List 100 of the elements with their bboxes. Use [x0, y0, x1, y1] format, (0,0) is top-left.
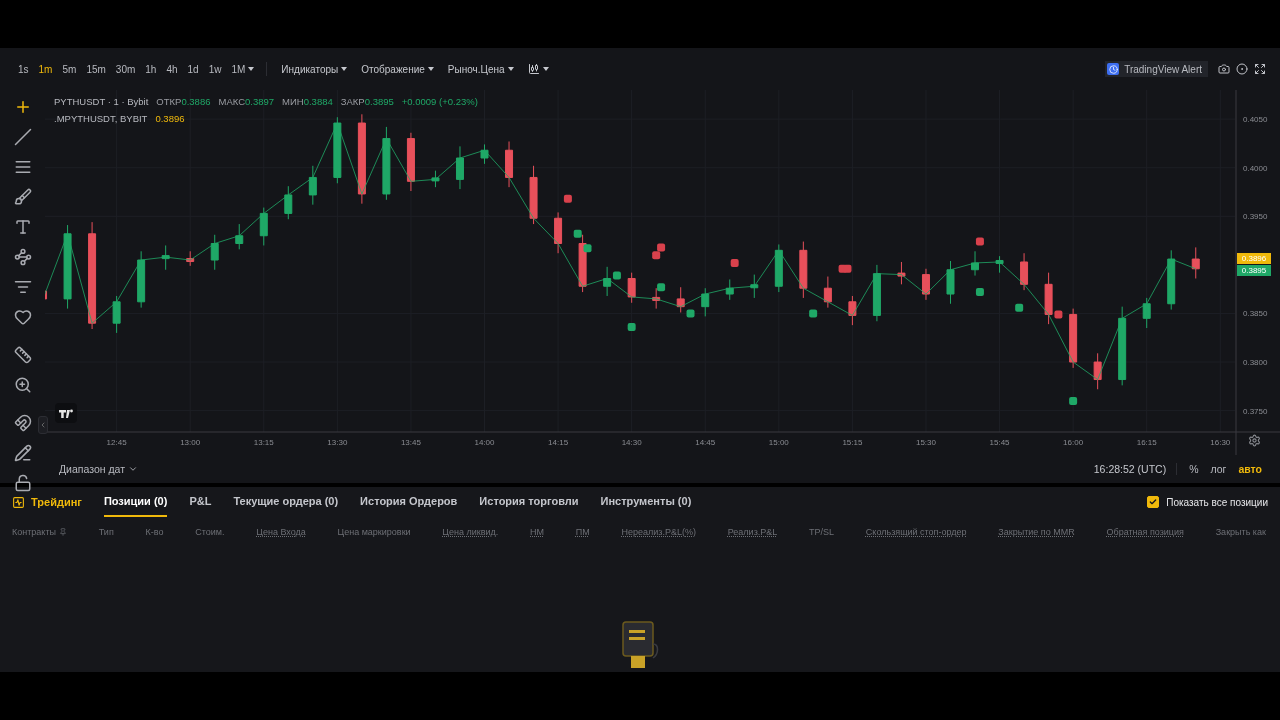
- candlestick: [333, 116, 342, 184]
- interval-button[interactable]: 1w: [204, 61, 226, 77]
- column-header: К-во: [145, 527, 164, 537]
- candlestick: [725, 278, 734, 301]
- clock-icon: [1107, 63, 1120, 75]
- buy-marker-icon: [809, 309, 818, 318]
- column-header: Стоим.: [195, 527, 225, 537]
- column-header: Скользящий стоп-ордер: [865, 527, 967, 537]
- price-label: 0.4000: [1243, 163, 1268, 173]
- time-label: 14:00: [474, 438, 495, 447]
- time-label: 14:30: [621, 438, 642, 447]
- column-header: Цена ликвид.: [442, 527, 499, 537]
- chart-icon: [12, 495, 25, 509]
- panel-tab[interactable]: Инструменты (0): [600, 487, 692, 517]
- candlestick: [823, 276, 832, 309]
- price-label: 0.4050: [1243, 115, 1268, 125]
- candlestick: [210, 234, 219, 271]
- sell-marker-icon: [652, 251, 661, 260]
- toolbar-menu[interactable]: Отображение: [355, 61, 440, 77]
- time-label: 13:15: [253, 438, 274, 447]
- column-header: Обратная позиция: [1106, 527, 1184, 537]
- ohlc-value: МИН0.3884: [282, 96, 333, 107]
- caret-icon: [507, 67, 514, 71]
- chevron-left-icon: [39, 421, 47, 429]
- candlestick: [971, 250, 979, 277]
- price-change: +0.0009 (+0.23%): [401, 96, 478, 107]
- interval-button[interactable]: 4h: [162, 61, 182, 77]
- candlestick: [921, 268, 930, 301]
- interval-button[interactable]: 5m: [58, 61, 81, 77]
- column-header: Закрыть как: [1215, 527, 1266, 537]
- time-label: 16:00: [1063, 438, 1084, 447]
- candlestick: [872, 264, 881, 322]
- column-header: Нереализ.P&L(%): [621, 527, 696, 537]
- show-all-checkbox[interactable]: Показать все позиции: [1147, 487, 1268, 517]
- panel-tab[interactable]: История торговли: [479, 487, 579, 517]
- panel-tab[interactable]: Позиции (0): [103, 487, 168, 517]
- time-label: 13:45: [400, 438, 421, 447]
- candlestick: [112, 295, 121, 334]
- alert-button[interactable]: TradingView Alert: [1105, 61, 1208, 77]
- time-label: 13:00: [180, 438, 201, 447]
- interval-button[interactable]: 1d: [183, 61, 203, 77]
- candlestick-icon: [527, 63, 540, 75]
- interval-button[interactable]: 1h: [141, 61, 161, 77]
- column-header: Тип: [98, 527, 114, 537]
- candlestick: [431, 170, 440, 188]
- scale-option[interactable]: авто: [1232, 463, 1268, 475]
- candlestick: [259, 207, 268, 246]
- interval-button[interactable]: 30m: [111, 61, 140, 77]
- buy-marker-icon: [1069, 396, 1078, 405]
- sell-marker-icon: [1054, 310, 1063, 319]
- time-label: 13:30: [327, 438, 348, 447]
- candlestick: [750, 274, 759, 299]
- column-header: TP/SL: [809, 527, 835, 537]
- candlestick: [1093, 352, 1102, 390]
- interval-button[interactable]: 1m: [34, 61, 57, 77]
- candlestick: [480, 143, 489, 165]
- candlestick: [456, 145, 464, 190]
- candlestick: [308, 165, 317, 206]
- column-header: Цена Входа: [256, 527, 306, 537]
- interval-button[interactable]: 15m: [82, 61, 110, 77]
- camera-icon[interactable]: [1216, 61, 1232, 77]
- candlestick: [799, 241, 808, 299]
- column-header: Реализ.P&L: [727, 527, 778, 537]
- interval-button[interactable]: 1s: [14, 61, 33, 77]
- column-header: Контракты: [12, 527, 67, 537]
- candlestick: [505, 141, 514, 188]
- toolbar-menu[interactable]: Индикаторы: [275, 61, 354, 77]
- price-label: 0.3800: [1243, 358, 1268, 368]
- symbol-label: PYTHUSDT · 1 · Bybit: [54, 96, 149, 107]
- panel-tab[interactable]: P&L: [189, 487, 212, 517]
- buy-marker-icon: [627, 323, 636, 332]
- candlestick: [137, 250, 146, 309]
- column-header: НМ: [530, 527, 545, 537]
- candlestick: [284, 185, 293, 220]
- column-header: Цена маркировки: [337, 527, 411, 537]
- buy-marker-icon: [686, 309, 695, 318]
- panel-tab[interactable]: История Ордеров: [360, 487, 458, 517]
- candlestick: [1020, 252, 1029, 291]
- scale-option[interactable]: лог: [1204, 463, 1233, 475]
- interval-button[interactable]: 1M: [227, 61, 259, 77]
- sell-marker-icon: [730, 258, 739, 267]
- buy-marker-icon: [1015, 303, 1024, 312]
- date-range-button[interactable]: Диапазон дат: [59, 463, 139, 475]
- fullscreen-icon[interactable]: [1252, 61, 1268, 77]
- ohlc-value: МАКС0.3897: [218, 96, 275, 107]
- column-header: Закрытие по MMR: [998, 527, 1075, 537]
- scale-option[interactable]: %: [1183, 463, 1205, 475]
- caret-icon: [427, 67, 434, 71]
- section-label: Трейдинг: [31, 496, 82, 508]
- panel-tab[interactable]: Текущие ордера (0): [233, 487, 339, 517]
- buy-marker-icon: [612, 271, 621, 280]
- check-icon: [1149, 498, 1158, 506]
- candlestick: [652, 287, 661, 310]
- ohlc-value: ОТКР0.3886: [156, 96, 211, 107]
- candlestick: [554, 211, 563, 254]
- index-value: 0.3896: [155, 113, 185, 124]
- toolbar-menu[interactable]: Рыноч.Цена: [441, 61, 520, 77]
- buy-marker-icon: [573, 229, 582, 238]
- clock-text: 16:28:52 (UTC): [1093, 463, 1178, 475]
- candlestick: [406, 132, 415, 192]
